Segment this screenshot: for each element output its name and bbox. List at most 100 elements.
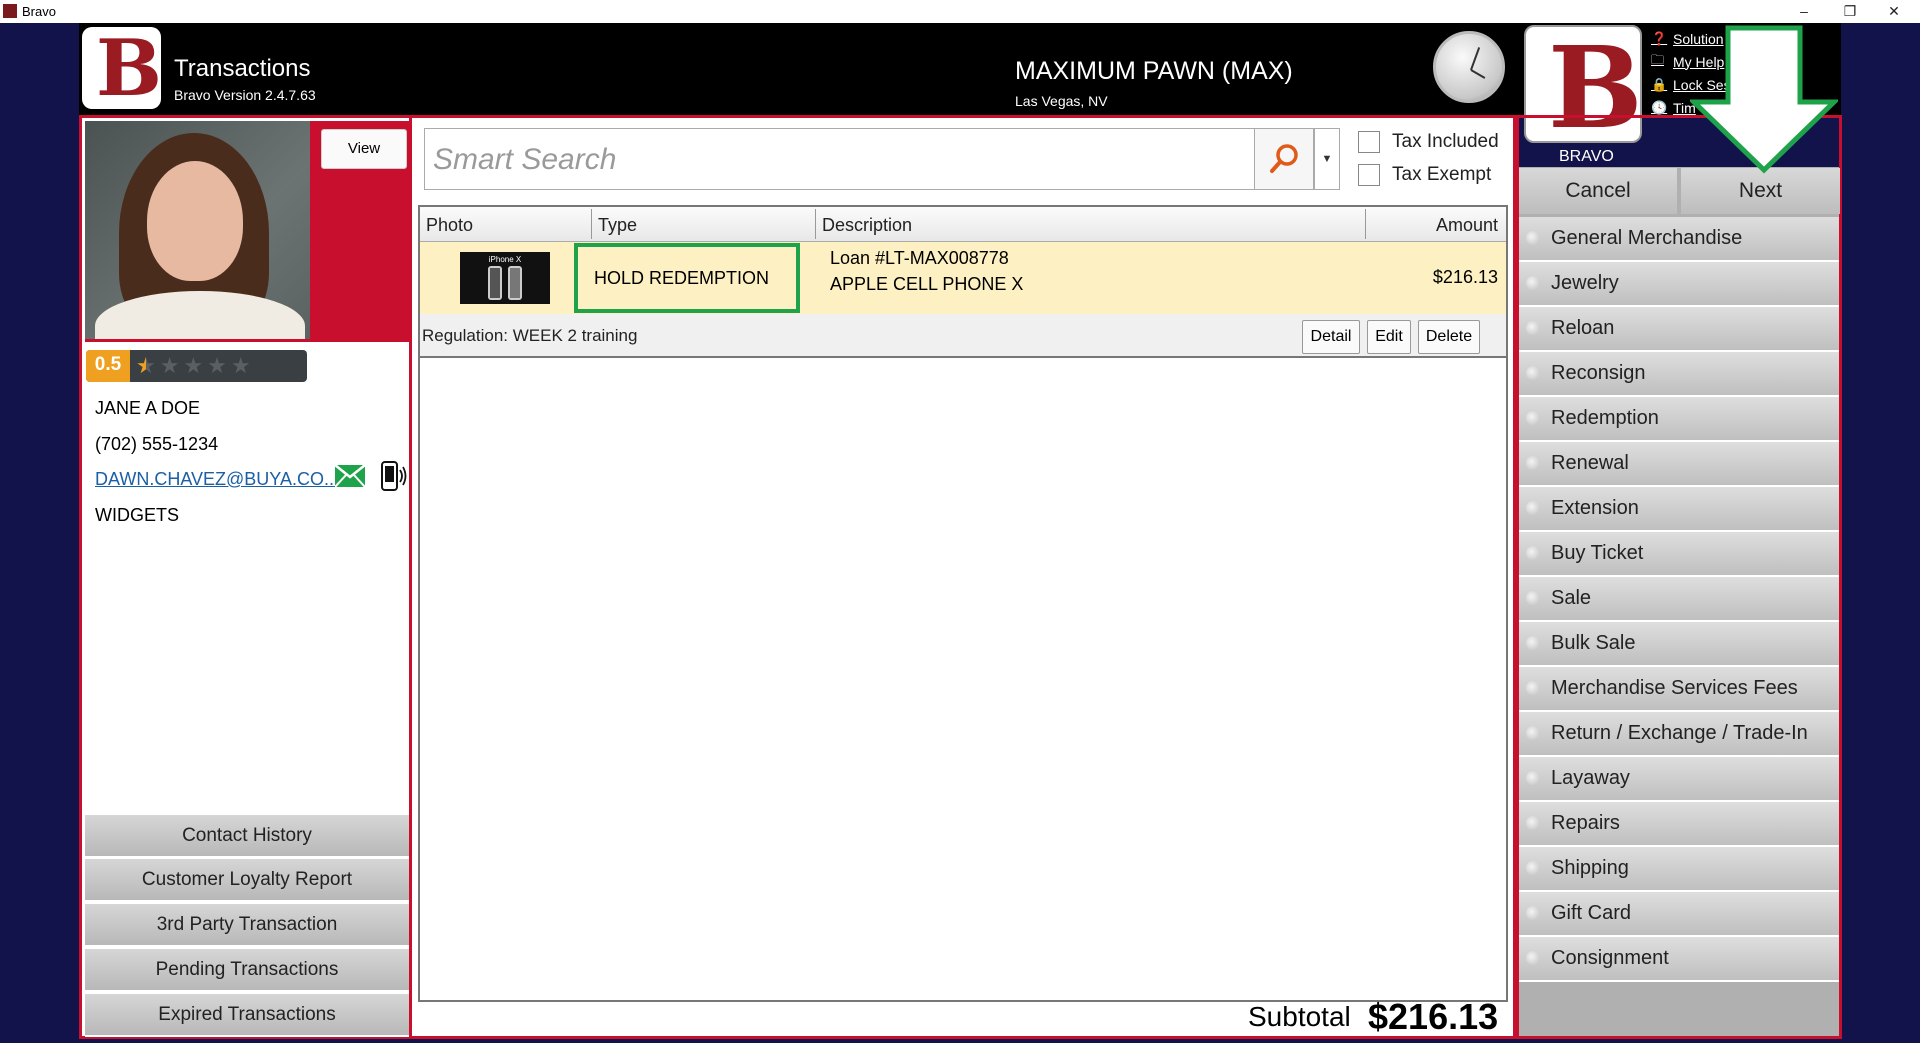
radio-icon — [1526, 546, 1540, 560]
customer-photo — [85, 121, 310, 339]
expired-transactions-button[interactable]: Expired Transactions — [85, 994, 409, 1037]
rating-score: 0.5 — [86, 350, 130, 382]
item-photo: iPhone X — [460, 252, 550, 304]
detail-button[interactable]: Detail — [1302, 320, 1360, 354]
tax-included-checkbox[interactable]: Tax Included — [1358, 131, 1499, 153]
view-button[interactable]: View — [321, 129, 407, 169]
customer-phone: (702) 555-1234 — [95, 434, 219, 454]
table-row[interactable]: iPhone X HOLD REDEMPTION Loan #LT-MAX008… — [420, 242, 1506, 314]
txn-type-extension[interactable]: Extension — [1519, 487, 1839, 532]
row-detail-bar: Regulation: WEEK 2 training Detail Edit … — [420, 314, 1506, 358]
radio-icon — [1526, 501, 1540, 515]
store-name: MAXIMUM PAWN (MAX) — [1015, 57, 1293, 85]
txn-type-sale[interactable]: Sale — [1519, 577, 1839, 622]
radio-icon — [1526, 366, 1540, 380]
photo-area: View — [85, 121, 409, 342]
tax-exempt-checkbox[interactable]: Tax Exempt — [1358, 164, 1491, 186]
search-button[interactable] — [1254, 128, 1314, 190]
close-button[interactable]: ✕ — [1880, 2, 1908, 20]
folder-icon: 🗀 — [1651, 51, 1665, 67]
next-button[interactable]: Next — [1681, 168, 1840, 214]
customer-loyalty-report-button[interactable]: Customer Loyalty Report — [85, 859, 409, 902]
minimize-button[interactable]: – — [1790, 2, 1818, 20]
txn-type-return-exchange-trade-in[interactable]: Return / Exchange / Trade-In — [1519, 712, 1839, 757]
store-location: Las Vegas, NV — [1015, 93, 1108, 109]
txn-type-merchandise-services-fees[interactable]: Merchandise Services Fees — [1519, 667, 1839, 712]
radio-icon — [1526, 321, 1540, 335]
txn-type-general-merchandise[interactable]: General Merchandise — [1519, 217, 1839, 262]
contact-history-button[interactable]: Contact History — [85, 815, 409, 858]
restore-button[interactable]: ❐ — [1836, 2, 1864, 20]
txn-type-shipping[interactable]: Shipping — [1519, 847, 1839, 892]
radio-icon — [1526, 681, 1540, 695]
radio-icon — [1526, 726, 1540, 740]
checkbox-box[interactable] — [1358, 131, 1380, 153]
txn-type-redemption[interactable]: Redemption — [1519, 397, 1839, 442]
window-title: Bravo — [22, 4, 56, 19]
txn-type-bulk-sale[interactable]: Bulk Sale — [1519, 622, 1839, 667]
customer-name: JANE A DOE — [95, 398, 201, 418]
column-header-type[interactable]: Type — [592, 207, 637, 241]
app-icon — [3, 4, 17, 18]
app-logo: B — [82, 23, 162, 114]
txn-type-repairs[interactable]: Repairs — [1519, 802, 1839, 847]
transaction-panel: ▼ Tax Included Tax Exempt Photo Type Des… — [412, 115, 1516, 1039]
item-amount: $216.13 — [1432, 267, 1498, 287]
txn-type-reconsign[interactable]: Reconsign — [1519, 352, 1839, 397]
customer-rating: 0.5 ★★★★★ ★ — [86, 350, 307, 382]
app-header: B Transactions Bravo Version 2.4.7.63 MA… — [79, 23, 1841, 165]
txn-type-reloan[interactable]: Reloan — [1519, 307, 1839, 352]
txn-type-layaway[interactable]: Layaway — [1519, 757, 1839, 802]
subtotal-value: $216.13 — [1368, 996, 1499, 1037]
third-party-transaction-button[interactable]: 3rd Party Transaction — [85, 904, 409, 947]
column-header-photo[interactable]: Photo — [420, 207, 473, 241]
radio-icon — [1526, 906, 1540, 920]
customer-panel: View 0.5 ★★★★★ ★ JANE A DOE (702) 555-12… — [79, 115, 412, 1039]
delete-button[interactable]: Delete — [1418, 320, 1480, 354]
arrow-down-icon — [1690, 25, 1838, 174]
window-titlebar: Bravo – ❐ ✕ — [0, 0, 1920, 23]
radio-icon — [1526, 411, 1540, 425]
pending-transactions-button[interactable]: Pending Transactions — [85, 949, 409, 992]
search-icon — [1270, 144, 1298, 173]
version-label: Bravo Version 2.4.7.63 — [174, 87, 316, 103]
txn-type-renewal[interactable]: Renewal — [1519, 442, 1839, 487]
smart-search-input[interactable] — [425, 129, 1259, 191]
clock-icon — [1433, 31, 1505, 103]
radio-icon — [1526, 591, 1540, 605]
customer-company: WIDGETS — [95, 505, 179, 525]
radio-icon — [1526, 231, 1540, 245]
column-header-amount[interactable]: Amount — [1366, 207, 1506, 241]
email-icon[interactable] — [335, 465, 365, 487]
search-options-dropdown[interactable]: ▼ — [1314, 128, 1340, 190]
svg-text:iPhone X: iPhone X — [489, 255, 522, 264]
radio-icon — [1526, 861, 1540, 875]
transaction-type-cell[interactable]: HOLD REDEMPTION — [574, 243, 800, 313]
mobile-phone-icon[interactable] — [378, 460, 408, 492]
rating-stars: ★★★★★ — [136, 353, 255, 378]
txn-type-consignment[interactable]: Consignment — [1519, 937, 1839, 982]
checkbox-box[interactable] — [1358, 164, 1380, 186]
txn-type-buy-ticket[interactable]: Buy Ticket — [1519, 532, 1839, 577]
radio-icon — [1526, 816, 1540, 830]
page-title: Transactions — [174, 55, 311, 82]
column-header-description[interactable]: Description — [816, 207, 912, 241]
loan-number: Loan #LT-MAX008778 — [830, 248, 1009, 268]
txn-type-gift-card[interactable]: Gift Card — [1519, 892, 1839, 937]
radio-icon — [1526, 456, 1540, 470]
txn-type-jewelry[interactable]: Jewelry — [1519, 262, 1839, 307]
lock-icon: 🔒 — [1651, 76, 1668, 92]
edit-button[interactable]: Edit — [1367, 320, 1411, 354]
cancel-button[interactable]: Cancel — [1519, 168, 1677, 214]
search-box — [424, 128, 1264, 191]
transactions-grid: Photo Type Description Amount iPhone X H… — [418, 205, 1508, 1002]
grid-header: Photo Type Description Amount — [420, 207, 1506, 242]
clock-icon: 🕓 — [1651, 99, 1668, 115]
customer-email-link[interactable]: DAWN.CHAVEZ@BUYA.CO... — [95, 469, 339, 490]
radio-icon — [1526, 636, 1540, 650]
half-star-icon: ★ — [136, 353, 146, 378]
regulation-text: Regulation: WEEK 2 training — [422, 326, 638, 345]
help-icon: ❓ — [1651, 30, 1668, 46]
radio-icon — [1526, 951, 1540, 965]
radio-icon — [1526, 276, 1540, 290]
